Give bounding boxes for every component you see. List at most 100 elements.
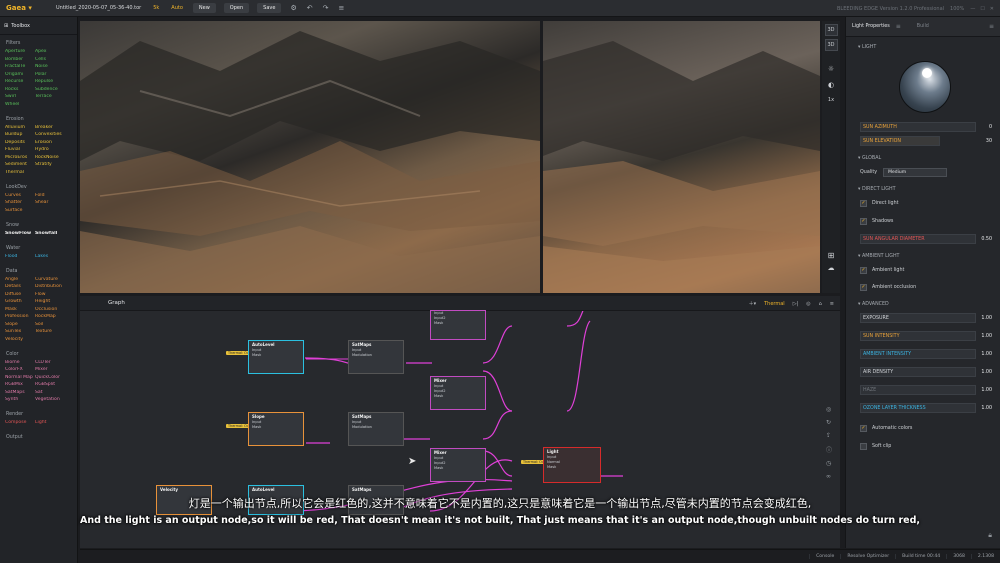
play-icon[interactable]: ▷| — [793, 301, 799, 307]
resolve-optimizer[interactable]: Resolve Optimizer — [840, 554, 895, 559]
section-advanced[interactable]: ▾ ADVANCED — [846, 294, 1000, 311]
toolbox-node-item[interactable]: SunTex — [5, 329, 35, 334]
toolbox-node-item[interactable]: CLUTer — [35, 360, 75, 365]
graph-node-light[interactable]: Light Input Normal Mask — [543, 447, 601, 483]
toolbox-node-item[interactable]: Light — [35, 420, 75, 425]
redo-icon[interactable]: ↷ — [318, 4, 334, 12]
settings-icon[interactable]: ⚙ — [285, 4, 301, 12]
sun-icon[interactable]: ☼ — [828, 65, 834, 73]
toolbox-node-item[interactable]: Terrace — [35, 94, 75, 99]
toolbox-node-item[interactable]: Shatter — [5, 200, 35, 205]
toolbox-node-item[interactable]: Curves — [5, 193, 35, 198]
view-3d-alt-button[interactable]: 3D — [824, 39, 838, 51]
link-icon[interactable]: ∞ — [826, 473, 832, 480]
toolbox-node-item[interactable]: Repulse — [35, 79, 75, 84]
graph-node-satmaps-3[interactable]: SatMaps — [348, 485, 404, 515]
toolbox-node-item[interactable]: Fluvial — [5, 147, 35, 152]
menu-icon[interactable]: ≡ — [896, 23, 901, 30]
toolbox-node-item[interactable]: Wheel — [5, 102, 35, 107]
graph-node-autolevel-2[interactable]: AutoLevel — [248, 485, 304, 515]
new-button[interactable]: New — [192, 3, 216, 13]
exposure-value[interactable]: 1.00 — [978, 316, 992, 321]
sun-angular-slider[interactable]: SUN ANGULAR DIAMETER 0.50 — [846, 232, 1000, 246]
toolbox-node-item[interactable]: RGBMix — [5, 382, 35, 387]
sun-angular-value[interactable]: 0.50 — [978, 237, 992, 242]
node-port[interactable]: Modulation — [349, 353, 403, 358]
node-port[interactable]: Mask — [544, 465, 600, 470]
toolbox-node-item[interactable]: Slope — [5, 322, 35, 327]
toolbox-node-item[interactable]: Alluvium — [5, 125, 35, 130]
open-button[interactable]: Open — [223, 3, 250, 13]
compass-icon[interactable]: ◎ — [826, 406, 832, 413]
toolbox-node-item[interactable]: Growth — [5, 299, 35, 304]
ozone-value[interactable]: 1.00 — [978, 406, 992, 411]
toolbox-node-item[interactable]: Apex — [35, 49, 75, 54]
toolbox-node-item[interactable]: Breaker — [35, 125, 75, 130]
viewport-3d[interactable] — [80, 21, 540, 293]
node-port[interactable]: Mask — [431, 466, 485, 471]
direct-light-row[interactable]: ✓ Direct light — [846, 196, 1000, 210]
toolbox-node-item[interactable]: Soil — [35, 322, 75, 327]
checkbox-unchecked-icon[interactable] — [860, 442, 867, 450]
checkbox-checked-icon[interactable]: ✓ — [860, 217, 867, 225]
toolbox-section-title[interactable]: Render — [0, 408, 77, 420]
ambient-intensity-slider[interactable]: AMBIENT INTENSITY 1.00 — [846, 347, 1000, 361]
console-button[interactable]: Console — [809, 554, 840, 559]
save-button[interactable]: Save — [257, 3, 282, 13]
zoom-label[interactable]: 1x — [828, 97, 834, 103]
haze-value[interactable]: 1.00 — [978, 388, 992, 393]
toolbox-node-item[interactable]: Cells — [35, 57, 75, 62]
toolbox-node-item[interactable]: Flood — [5, 254, 35, 259]
toolbox-node-item[interactable]: Hydro — [35, 147, 75, 152]
toolbox-node-item[interactable]: Sat — [35, 390, 75, 395]
sun-elevation-value[interactable]: 30 — [983, 139, 992, 144]
toolbox-node-item[interactable]: Shear — [35, 200, 75, 205]
menu-icon-2[interactable]: ≡ — [989, 23, 994, 30]
exposure-slider[interactable]: EXPOSURE 1.00 — [846, 311, 1000, 325]
refresh-icon[interactable]: ↻ — [826, 419, 832, 426]
toolbox-node-item[interactable]: Erosion — [35, 140, 75, 145]
add-node-icon[interactable]: ＋▾ — [749, 300, 757, 307]
quality-dropdown[interactable]: Medium — [883, 167, 948, 177]
target-icon[interactable]: ◎ — [806, 301, 810, 307]
tab-light-properties[interactable]: Light Properties — [846, 24, 896, 29]
mode-select[interactable]: Auto — [165, 5, 189, 11]
automatic-colors-row[interactable]: ✓ Automatic colors — [846, 421, 1000, 435]
toolbox-node-item[interactable]: Occlusion — [35, 307, 75, 312]
clock-icon[interactable]: ◷ — [826, 460, 832, 467]
toolbox-node-item[interactable]: Mask — [5, 307, 35, 312]
toolbox-node-item[interactable]: Angle — [5, 277, 35, 282]
toolbox-node-item[interactable]: Compose — [5, 420, 35, 425]
home-icon[interactable]: ⌂ — [819, 301, 822, 307]
tab-build[interactable]: Build — [911, 24, 935, 29]
ambient-occlusion-row[interactable]: ✓ Ambient occlusion — [846, 280, 1000, 294]
node-port[interactable]: Mask — [249, 353, 303, 358]
toolbox-node-item[interactable]: QuickColor — [35, 375, 75, 380]
sun-elevation-slider[interactable]: SUN ELEVATION 30 — [846, 134, 1000, 148]
toolbox-node-item[interactable]: Normal Map — [5, 375, 35, 380]
grid-icon[interactable]: ⊞ — [828, 251, 835, 260]
toolbox-node-item[interactable]: Stratify — [35, 162, 75, 167]
toolbox-node-item[interactable]: Flow — [35, 292, 75, 297]
toolbox-node-item[interactable]: Velocity — [5, 337, 35, 342]
toolbox-node-item[interactable]: Polar — [35, 72, 75, 77]
resolution-select[interactable]: 5k — [147, 5, 165, 11]
graph-node-mixer-top[interactable]: Input Input2 Mask — [430, 310, 486, 340]
sun-direction-sphere[interactable] — [899, 61, 951, 113]
toolbox-node-item[interactable]: Curvature — [35, 277, 75, 282]
toolbox-section-title[interactable]: Filters — [0, 37, 77, 49]
sun-azimuth-slider[interactable]: SUN AZIMUTH 0 — [846, 120, 1000, 134]
toolbox-node-item[interactable]: SatMaps — [5, 390, 35, 395]
zoom-level[interactable]: 100% — [944, 6, 970, 12]
toolbox-node-item[interactable]: Details — [5, 284, 35, 289]
cloud-icon[interactable]: ☁ — [828, 264, 835, 272]
toolbox-node-item[interactable]: ColorFX — [5, 367, 35, 372]
toolbox-node-item[interactable]: Biome — [5, 360, 35, 365]
shadows-row[interactable]: ✓ Shadows — [846, 214, 1000, 228]
toolbox-node-item[interactable]: Recurse — [5, 79, 35, 84]
toolbox-node-item[interactable]: Snowfall — [35, 231, 75, 236]
toolbox-node-item[interactable]: Surface — [5, 208, 35, 213]
toolbox-node-item[interactable]: MicroEros — [5, 155, 35, 160]
toolbox-node-item[interactable]: Rocks — [5, 87, 35, 92]
export-icon[interactable]: ⇪ — [826, 432, 832, 439]
